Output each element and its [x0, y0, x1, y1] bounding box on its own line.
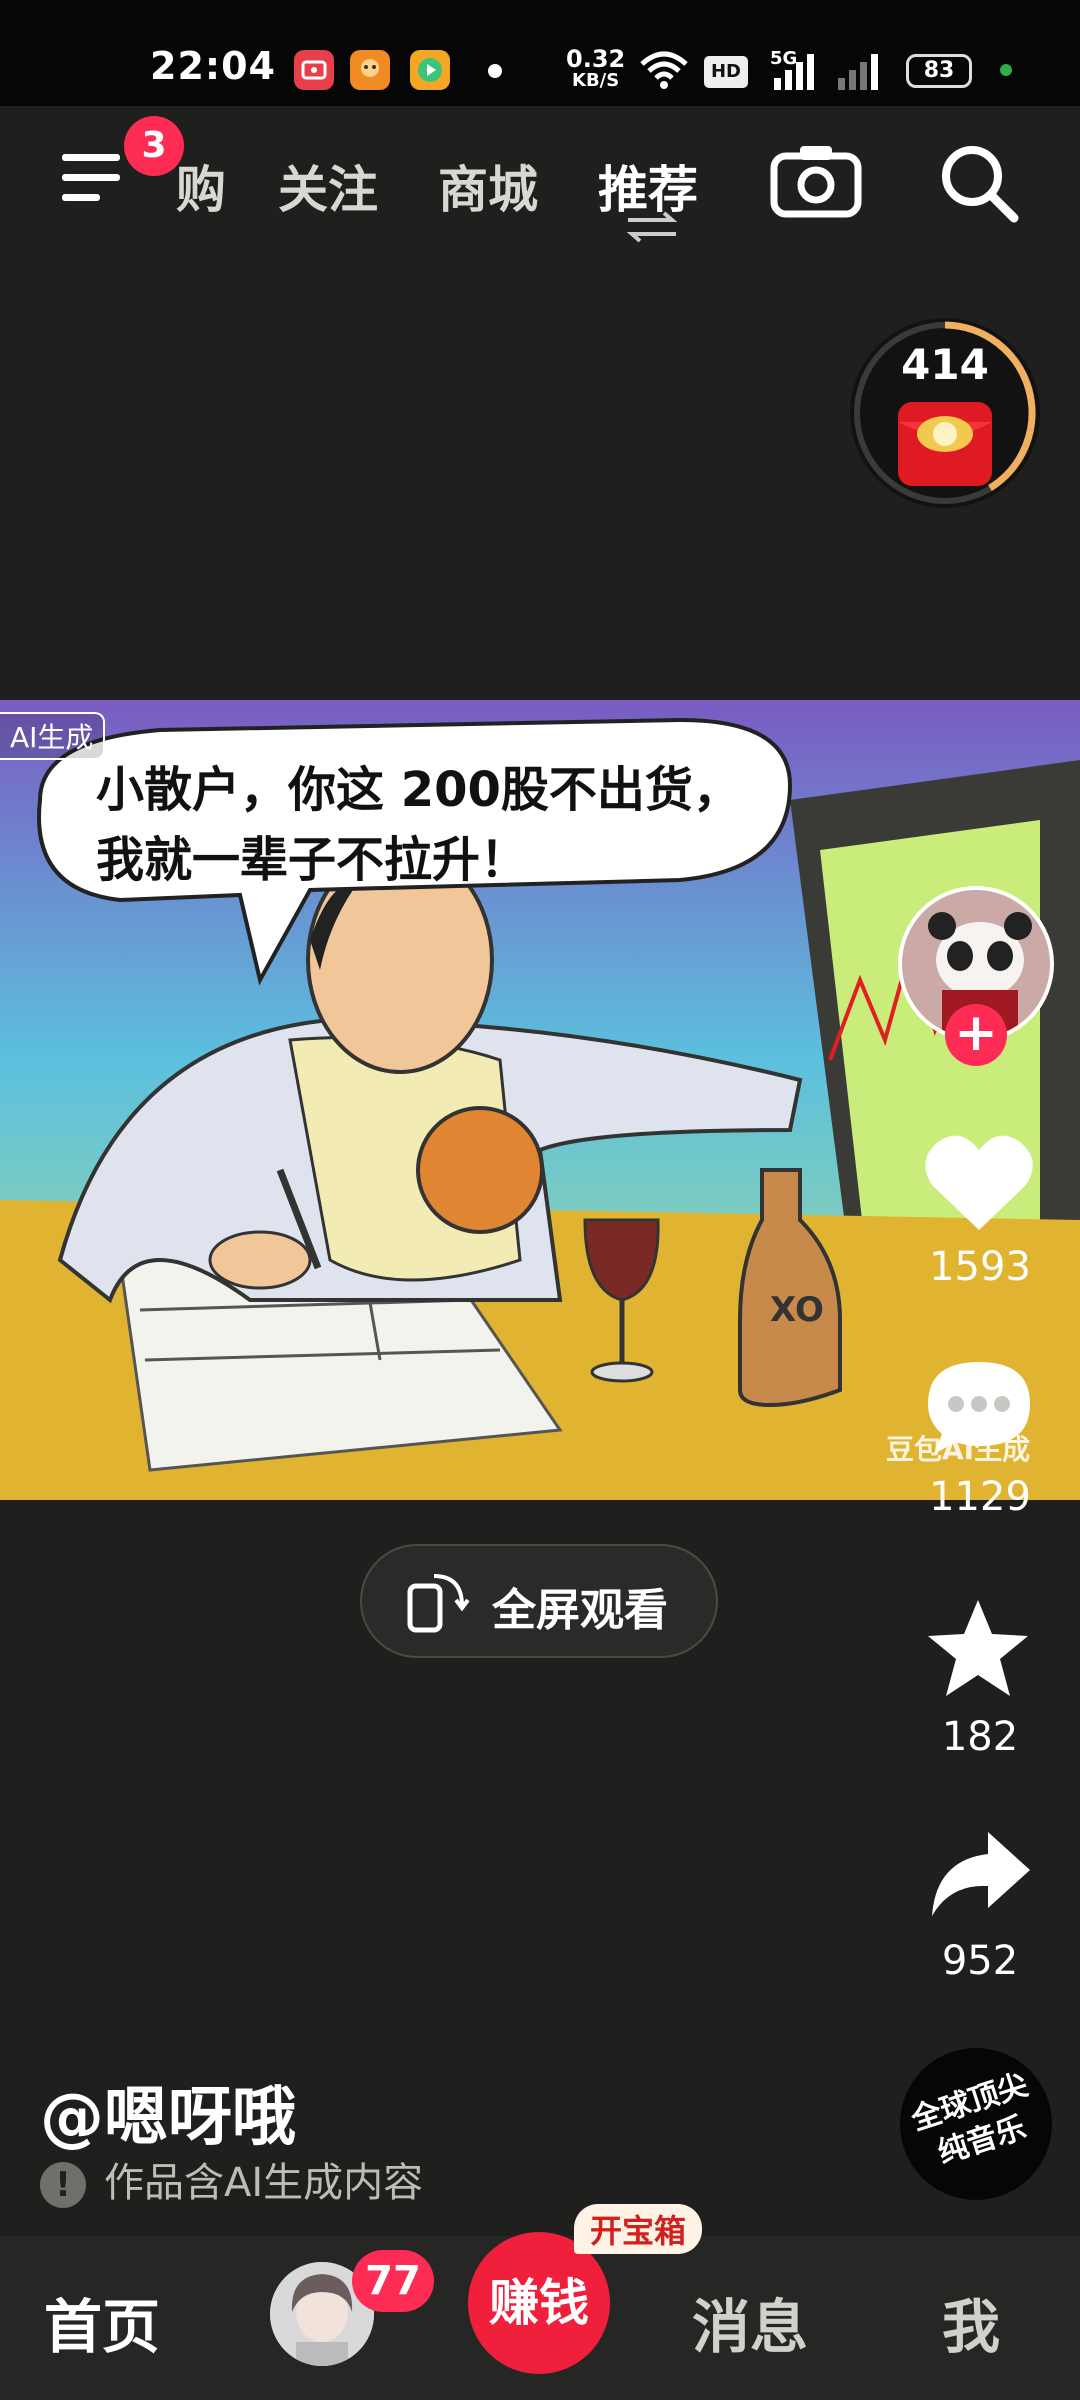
follow-plus-button[interactable]: +	[945, 1004, 1007, 1066]
tab-mall[interactable]: 商城	[438, 150, 538, 222]
nav-home[interactable]: 首页	[44, 2280, 160, 2364]
friends-notification-badge: 77	[352, 2250, 434, 2312]
nav-me[interactable]: 我	[942, 2280, 1000, 2364]
comment-count: 1129	[929, 1474, 1031, 1520]
share-count: 952	[941, 1938, 1019, 1984]
tab-shopping[interactable]: 购	[176, 150, 226, 222]
like-heart-icon[interactable]	[922, 1130, 1036, 1238]
wifi-icon	[638, 50, 690, 94]
video-app-icon	[410, 50, 450, 90]
ai-generated-label: AI生成	[0, 712, 106, 760]
speech-bubble-text: 小散户，你这 200股不出货， 我就一辈子不拉升！	[96, 762, 741, 888]
fullscreen-label: 全屏观看	[492, 1585, 668, 1636]
tab-following[interactable]: 关注	[278, 150, 378, 222]
search-icon[interactable]	[936, 140, 1022, 230]
menu-button[interactable]	[58, 148, 128, 208]
status-time: 22:04	[150, 44, 276, 88]
rotate-screen-icon	[407, 1574, 470, 1633]
network-speed: 0.32 KB/S	[566, 45, 626, 91]
ai-notice-text: 作品含AI生成内容	[104, 2160, 424, 2206]
ai-content-notice: ! 作品含AI生成内容	[40, 2150, 423, 2208]
favorite-count: 182	[941, 1714, 1019, 1760]
coin-reward-widget[interactable]: 414	[850, 318, 1040, 508]
recorder-app-icon	[294, 50, 334, 90]
info-icon: !	[40, 2162, 86, 2208]
fullscreen-button[interactable]: 全屏观看	[360, 1544, 718, 1658]
menu-notification-badge: 3	[124, 116, 184, 176]
treasure-box-tag[interactable]: 开宝箱	[574, 2204, 703, 2254]
battery-indicator: 83	[906, 54, 972, 88]
hd-call-icon: HD	[704, 56, 748, 88]
share-arrow-icon[interactable]	[926, 1826, 1034, 1926]
bottle-label: XO	[770, 1290, 824, 1330]
signal-icon	[772, 52, 890, 94]
red-envelope-icon	[898, 402, 992, 486]
privacy-indicator-dot	[1000, 64, 1012, 76]
notification-dot	[488, 64, 502, 78]
coin-count: 414	[901, 340, 989, 389]
music-disc[interactable]: 全球顶尖 纯音乐	[900, 2048, 1052, 2200]
status-bar: 22:04 0.32 KB/S HD 5G 83	[0, 0, 1080, 106]
favorite-star-icon[interactable]	[924, 1596, 1032, 1704]
like-count: 1593	[929, 1244, 1031, 1290]
shopping-app-icon	[350, 50, 390, 90]
camera-icon[interactable]	[768, 140, 864, 224]
nav-messages[interactable]: 消息	[692, 2280, 808, 2364]
author-handle[interactable]: @嗯呀哦	[40, 2066, 296, 2158]
comment-icon[interactable]	[922, 1356, 1036, 1464]
swap-icon[interactable]	[624, 210, 680, 248]
music-title: 全球顶尖 纯音乐	[907, 2067, 1033, 2172]
